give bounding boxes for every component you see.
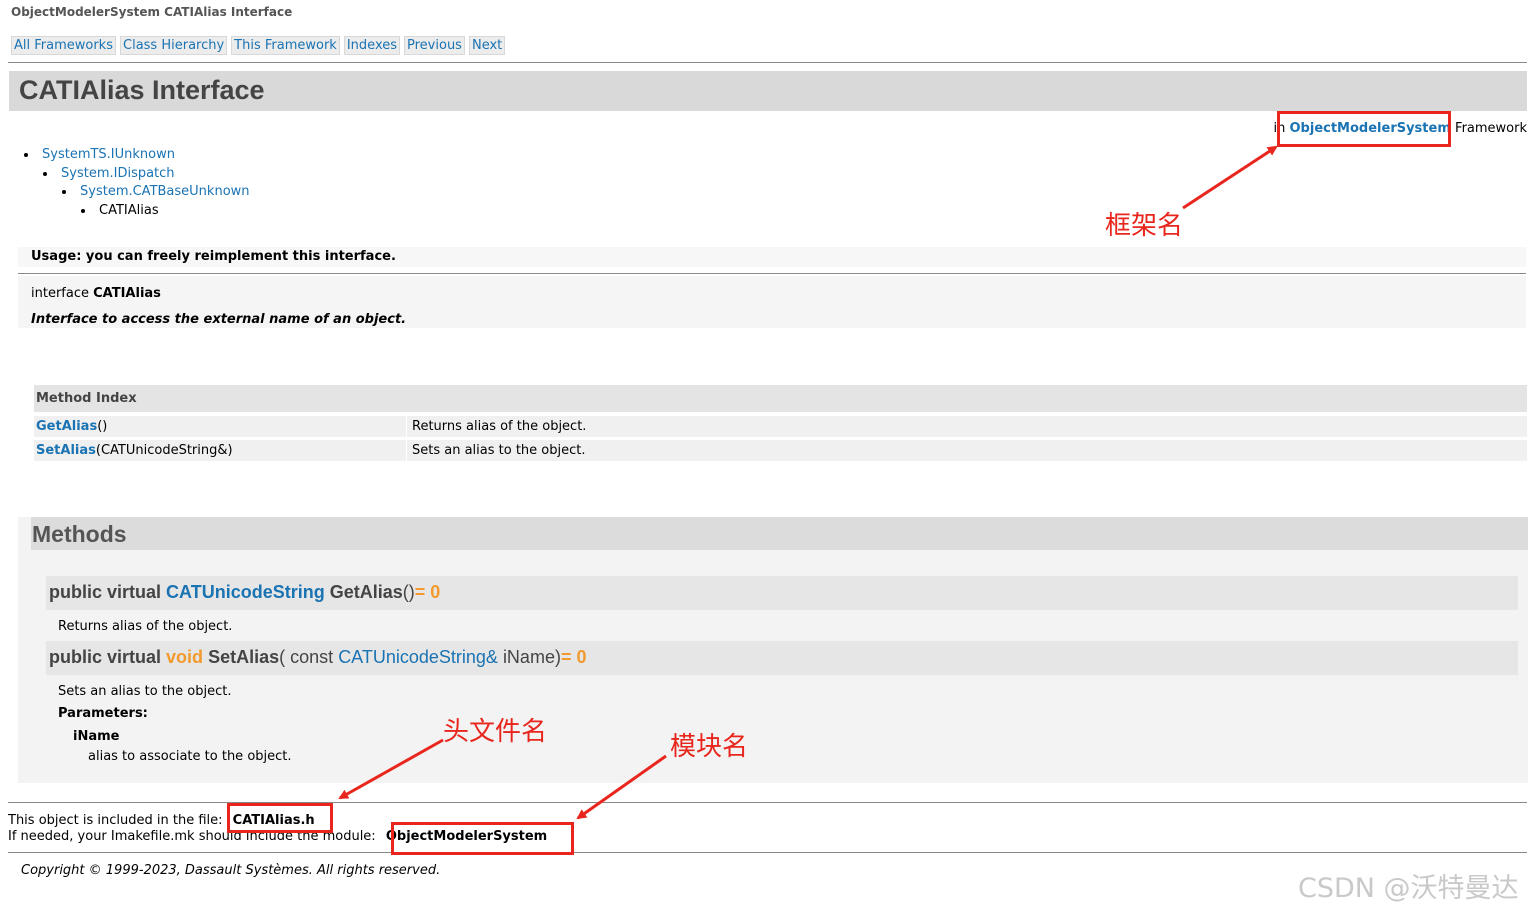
framework-arrow (1182, 145, 1278, 210)
module-arrow (576, 754, 667, 820)
annotation-arrows (338, 145, 1278, 820)
watermark: CSDN @沃特曼达 (1298, 873, 1519, 904)
header-file-arrow (338, 738, 444, 800)
